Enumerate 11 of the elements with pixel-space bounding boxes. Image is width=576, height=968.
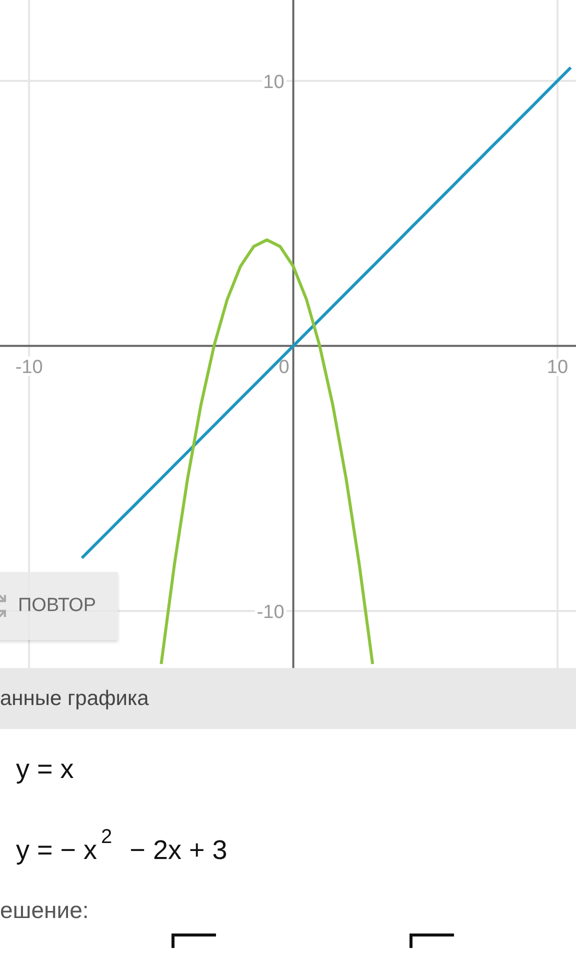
tick-label: -10: [256, 602, 284, 623]
radical-icon: [170, 932, 218, 948]
repeat-button[interactable]: ПОВТОР: [0, 572, 118, 640]
radical-icon: [408, 932, 456, 948]
equation: y = x: [16, 754, 74, 784]
tick-label: 10: [263, 72, 284, 93]
solution-label: ешение:: [0, 897, 89, 923]
tick-label: 0: [278, 356, 290, 378]
section-title: анные графика: [0, 686, 149, 710]
tick-label: -10: [15, 356, 43, 378]
tick-label: 10: [546, 356, 568, 378]
